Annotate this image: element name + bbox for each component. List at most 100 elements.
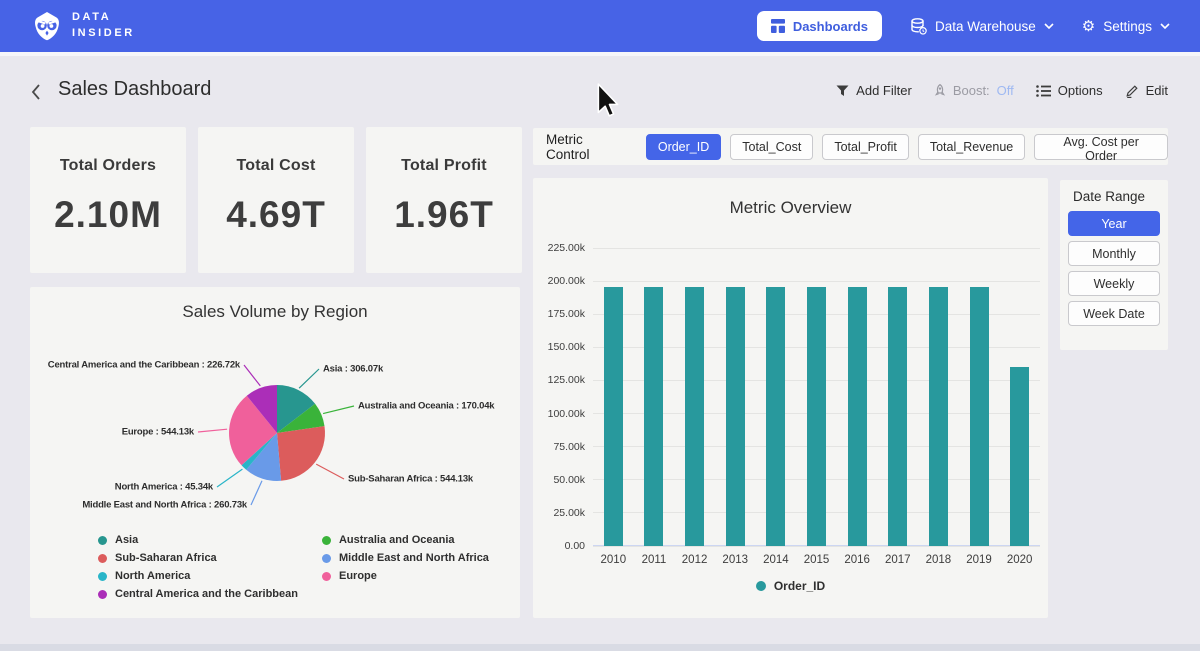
pie-label-sub-saharan-africa: Sub-Saharan Africa : 544.13k bbox=[348, 474, 473, 485]
metric-button-order-id[interactable]: Order_ID bbox=[646, 134, 721, 160]
kpi-card-total-orders: Total Orders 2.10M bbox=[30, 127, 186, 273]
gridline bbox=[593, 281, 1040, 282]
chart-title: Metric Overview bbox=[533, 198, 1048, 218]
legend-item-north-america[interactable]: North America bbox=[98, 567, 298, 585]
legend-item-europe[interactable]: Europe bbox=[322, 567, 489, 585]
pie-label-north-america: North America : 45.34k bbox=[115, 482, 213, 493]
metric-buttons: Order_ID Total_Cost Total_Profit Total_Reve… bbox=[646, 134, 1168, 160]
metric-button-total-profit[interactable]: Total_Profit bbox=[822, 134, 909, 160]
dashboards-button[interactable]: Dashboards bbox=[757, 11, 882, 41]
legend-label: Asia bbox=[115, 534, 138, 546]
bar-2012[interactable] bbox=[685, 287, 704, 546]
metric-button-total-revenue[interactable]: Total_Revenue bbox=[918, 134, 1025, 160]
x-axis-tick-label: 2013 bbox=[715, 554, 755, 566]
edit-button[interactable]: Edit bbox=[1125, 83, 1168, 98]
metric-control-panel: Metric Control Order_ID Total_Cost Total_P… bbox=[533, 128, 1168, 165]
kpi-label: Total Orders bbox=[60, 157, 156, 175]
legend-label: North America bbox=[115, 570, 190, 582]
legend-dot bbox=[756, 581, 766, 591]
bar-2011[interactable] bbox=[644, 287, 663, 546]
add-filter-button[interactable]: Add Filter bbox=[836, 83, 912, 98]
y-axis-tick-label: 100.00k bbox=[533, 408, 585, 420]
bar-2015[interactable] bbox=[807, 287, 826, 546]
y-axis-tick-label: 225.00k bbox=[533, 242, 585, 254]
pencil-icon bbox=[1125, 84, 1139, 98]
settings-label: Settings bbox=[1103, 19, 1152, 34]
pie-label-central-america-and-the-caribbean: Central America and the Caribbean : 226.… bbox=[48, 360, 240, 371]
date-range-button-weekly[interactable]: Weekly bbox=[1068, 271, 1160, 296]
legend-item-central-america-and-the-caribbean[interactable]: Central America and the Caribbean bbox=[98, 585, 298, 603]
legend-label: Order_ID bbox=[774, 579, 825, 593]
x-axis-tick-label: 2014 bbox=[756, 554, 796, 566]
kpi-label: Total Profit bbox=[401, 157, 487, 175]
date-range-button-week-date[interactable]: Week Date bbox=[1068, 301, 1160, 326]
bar-2013[interactable] bbox=[726, 287, 745, 546]
date-range-button-monthly[interactable]: Monthly bbox=[1068, 241, 1160, 266]
options-label: Options bbox=[1058, 83, 1103, 98]
back-button[interactable] bbox=[28, 81, 44, 103]
bar-2016[interactable] bbox=[848, 287, 867, 546]
kpi-label: Total Cost bbox=[236, 157, 315, 175]
x-axis-tick-label: 2016 bbox=[837, 554, 877, 566]
x-axis-tick-label: 2019 bbox=[959, 554, 999, 566]
legend-label: Central America and the Caribbean bbox=[115, 588, 298, 600]
legend-item-middle-east-and-north-africa[interactable]: Middle East and North Africa bbox=[322, 549, 489, 567]
legend-dot bbox=[98, 590, 107, 599]
y-axis-tick-label: 75.00k bbox=[533, 441, 585, 453]
date-range-button-year[interactable]: Year bbox=[1068, 211, 1160, 236]
bar-2017[interactable] bbox=[888, 287, 907, 546]
add-filter-label: Add Filter bbox=[856, 83, 912, 98]
bar-2020[interactable] bbox=[1010, 367, 1029, 546]
header-actions: Add Filter Boost: Off Options Edit bbox=[836, 83, 1168, 98]
chevron-left-icon bbox=[30, 83, 42, 101]
kpi-value: 4.69T bbox=[226, 194, 326, 236]
y-axis-tick-label: 125.00k bbox=[533, 374, 585, 386]
legend-dot bbox=[322, 572, 331, 581]
options-button[interactable]: Options bbox=[1036, 83, 1103, 98]
legend-dot bbox=[98, 536, 107, 545]
x-axis: 2010201120122013201420152016201720182019… bbox=[593, 554, 1040, 568]
metric-button-avg-cost-per-order[interactable]: Avg. Cost per Order bbox=[1034, 134, 1168, 160]
bar-2018[interactable] bbox=[929, 287, 948, 546]
y-axis-tick-label: 0.00 bbox=[533, 540, 585, 552]
legend-item-asia[interactable]: Asia bbox=[98, 531, 298, 549]
date-range-panel: Date Range YearMonthlyWeeklyWeek Date bbox=[1060, 180, 1168, 350]
mouse-cursor bbox=[597, 83, 619, 117]
data-warehouse-menu[interactable]: Data Warehouse bbox=[910, 18, 1054, 35]
y-axis-tick-label: 50.00k bbox=[533, 474, 585, 486]
x-axis-tick-label: 2012 bbox=[675, 554, 715, 566]
gridline bbox=[593, 248, 1040, 249]
x-axis-tick-label: 2017 bbox=[878, 554, 918, 566]
data-warehouse-label: Data Warehouse bbox=[935, 19, 1036, 34]
navbar: DATA INSIDER Dashboards Data Warehouse bbox=[0, 0, 1200, 52]
gear-icon: ⚙ bbox=[1082, 19, 1095, 34]
boost-toggle[interactable]: Boost: Off bbox=[934, 83, 1014, 98]
y-axis-tick-label: 175.00k bbox=[533, 308, 585, 320]
bar-2019[interactable] bbox=[970, 287, 989, 546]
metric-control-label: Metric Control bbox=[546, 132, 630, 162]
settings-menu[interactable]: ⚙ Settings bbox=[1082, 19, 1170, 34]
bar-2010[interactable] bbox=[604, 287, 623, 546]
kpi-card-total-profit: Total Profit 1.96T bbox=[366, 127, 522, 273]
legend-item-sub-saharan-africa[interactable]: Sub-Saharan Africa bbox=[98, 549, 298, 567]
legend-item-australia-and-oceania[interactable]: Australia and Oceania bbox=[322, 531, 489, 549]
sales-volume-pie-panel: Sales Volume by Region Asia : 306.07kAus… bbox=[30, 287, 520, 618]
bar-2014[interactable] bbox=[766, 287, 785, 546]
x-axis-tick-label: 2015 bbox=[797, 554, 837, 566]
brand-logo[interactable]: DATA INSIDER bbox=[32, 10, 135, 42]
database-icon bbox=[910, 18, 927, 35]
legend-dot bbox=[98, 554, 107, 563]
rocket-icon bbox=[934, 84, 946, 97]
legend-label: Europe bbox=[339, 570, 377, 582]
metric-button-total-cost[interactable]: Total_Cost bbox=[730, 134, 813, 160]
pie-label-australia-and-oceania: Australia and Oceania : 170.04k bbox=[358, 401, 494, 412]
legend-label: Sub-Saharan Africa bbox=[115, 552, 217, 564]
chevron-down-icon bbox=[1160, 23, 1170, 29]
x-axis-tick-label: 2018 bbox=[918, 554, 958, 566]
filter-funnel-icon bbox=[836, 85, 849, 97]
bar-chart-legend[interactable]: Order_ID bbox=[533, 579, 1048, 593]
horizontal-scrollbar[interactable] bbox=[0, 644, 1200, 651]
metric-overview-chart-panel: Metric Overview 0.0025.00k50.00k75.00k10… bbox=[533, 178, 1048, 618]
kpi-card-total-cost: Total Cost 4.69T bbox=[198, 127, 354, 273]
edit-label: Edit bbox=[1146, 83, 1168, 98]
